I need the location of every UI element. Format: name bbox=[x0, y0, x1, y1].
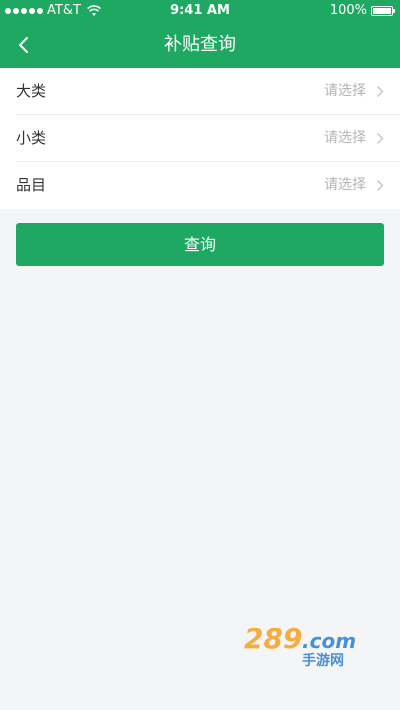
subcategory-label: 小类 bbox=[16, 129, 47, 147]
chevron-right-icon bbox=[377, 86, 384, 97]
app-header: AT&T 9:41 AM 100% 补贴查询 bbox=[0, 0, 400, 68]
chevron-right-icon bbox=[377, 133, 384, 144]
subcategory-value: 请选择 bbox=[324, 130, 366, 146]
category-value: 请选择 bbox=[324, 83, 366, 99]
query-button[interactable]: 查询 bbox=[16, 223, 384, 266]
nav-bar: 补贴查询 bbox=[0, 22, 400, 68]
subcategory-selector[interactable]: 小类 请选择 bbox=[16, 115, 400, 162]
chevron-right-icon bbox=[377, 180, 384, 191]
svg-text:.com: .com bbox=[302, 629, 356, 653]
category-selector[interactable]: 大类 请选择 bbox=[16, 68, 400, 115]
item-value: 请选择 bbox=[324, 177, 366, 193]
svg-text:289: 289 bbox=[244, 622, 302, 655]
filter-form: 大类 请选择 小类 请选择 品目 请选择 bbox=[0, 68, 400, 209]
item-selector[interactable]: 品目 请选择 bbox=[16, 162, 400, 209]
battery-percent: 100% bbox=[329, 3, 367, 18]
page-title: 补贴查询 bbox=[164, 34, 236, 55]
status-right: 100% bbox=[329, 0, 395, 22]
svg-text:手游网: 手游网 bbox=[302, 652, 344, 668]
item-label: 品目 bbox=[16, 176, 47, 194]
category-label: 大类 bbox=[16, 82, 47, 100]
site-watermark-logo: 289 .com 手游网 bbox=[244, 622, 356, 668]
status-bar: AT&T 9:41 AM 100% bbox=[0, 0, 400, 22]
battery-icon bbox=[371, 6, 395, 16]
